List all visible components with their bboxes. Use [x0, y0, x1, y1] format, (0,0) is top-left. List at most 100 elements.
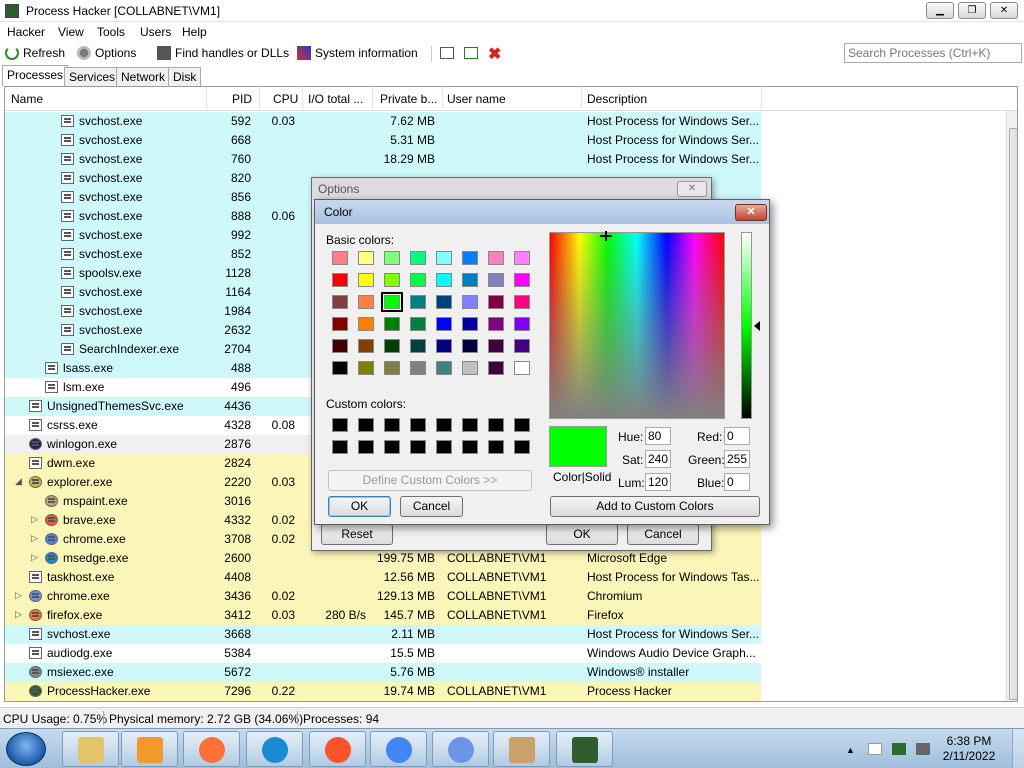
- basic-color-swatch[interactable]: [332, 317, 348, 331]
- custom-color-swatch[interactable]: [514, 418, 530, 432]
- taskbar-button[interactable]: [556, 731, 613, 767]
- basic-color-swatch[interactable]: [384, 339, 400, 353]
- table-row[interactable]: msiexec.exe 5672 5.76 MB Windows® installer: [5, 663, 761, 682]
- expand-toggle-icon[interactable]: ▷: [31, 533, 38, 544]
- custom-color-swatch[interactable]: [514, 440, 530, 454]
- define-custom-colors-button[interactable]: Define Custom Colors >>: [328, 470, 532, 491]
- basic-color-swatch[interactable]: [410, 251, 426, 265]
- crosshair-icon[interactable]: [599, 231, 613, 241]
- find-handles-button[interactable]: Find handles or DLLs: [157, 46, 289, 60]
- basic-color-swatch[interactable]: [488, 251, 504, 265]
- taskbar-button[interactable]: [370, 731, 427, 767]
- basic-color-swatch[interactable]: [488, 339, 504, 353]
- color-cancel-button[interactable]: Cancel: [400, 496, 463, 517]
- basic-color-swatch[interactable]: [462, 339, 478, 353]
- basic-color-swatch[interactable]: [358, 317, 374, 331]
- color-ok-button[interactable]: OK: [328, 496, 391, 517]
- taskbar-button[interactable]: [432, 731, 489, 767]
- basic-color-swatch[interactable]: [410, 273, 426, 287]
- basic-color-swatch[interactable]: [358, 273, 374, 287]
- column-name[interactable]: Name: [11, 92, 43, 106]
- expand-toggle-icon[interactable]: ◢: [15, 476, 22, 487]
- table-row[interactable]: svchost.exe 3668 2.11 MB Host Process for W…: [5, 625, 761, 644]
- custom-color-swatch[interactable]: [384, 440, 400, 454]
- table-row[interactable]: ▷ firefox.exe 3412 0.03 280 B/s 145.7 MB COLLA…: [5, 606, 761, 625]
- menu-users[interactable]: Users: [140, 25, 171, 39]
- column-user-name[interactable]: User name: [447, 92, 506, 106]
- basic-color-swatch[interactable]: [358, 295, 374, 309]
- custom-color-swatch[interactable]: [384, 418, 400, 432]
- basic-color-swatch[interactable]: [381, 292, 403, 312]
- basic-color-swatch[interactable]: [332, 295, 348, 309]
- options-ok-button[interactable]: OK: [546, 524, 618, 545]
- basic-color-swatch[interactable]: [488, 273, 504, 287]
- menu-help[interactable]: Help: [182, 25, 207, 39]
- add-to-custom-colors-button[interactable]: Add to Custom Colors: [550, 496, 760, 517]
- refresh-button[interactable]: Refresh: [5, 46, 65, 60]
- menu-hacker[interactable]: Hacker: [7, 25, 45, 39]
- luminance-arrow-icon[interactable]: [754, 321, 760, 331]
- start-button[interactable]: [6, 732, 46, 766]
- table-row[interactable]: audiodg.exe 5384 15.5 MB Windows Audio Devi…: [5, 644, 761, 663]
- custom-color-swatch[interactable]: [332, 418, 348, 432]
- table-row[interactable]: taskhost.exe 4408 12.56 MB COLLABNET\VM1 Hos…: [5, 568, 761, 587]
- basic-color-swatch[interactable]: [462, 251, 478, 265]
- sat-field[interactable]: 240: [645, 450, 671, 468]
- basic-color-swatch[interactable]: [332, 339, 348, 353]
- basic-color-swatch[interactable]: [410, 317, 426, 331]
- basic-color-swatch[interactable]: [436, 295, 452, 309]
- volume-icon[interactable]: [916, 743, 930, 755]
- maximize-button[interactable]: ❐: [958, 2, 986, 19]
- tab-network[interactable]: Network: [116, 67, 171, 86]
- custom-color-swatch[interactable]: [488, 418, 504, 432]
- basic-color-swatch[interactable]: [488, 361, 504, 375]
- blue-field[interactable]: 0: [724, 473, 750, 491]
- menu-tools[interactable]: Tools: [97, 25, 125, 39]
- custom-color-swatch[interactable]: [358, 440, 374, 454]
- basic-color-swatch[interactable]: [384, 317, 400, 331]
- tab-processes[interactable]: Processes: [2, 65, 69, 86]
- basic-color-swatch[interactable]: [514, 295, 530, 309]
- color-close-button[interactable]: ✕: [735, 204, 767, 221]
- basic-color-swatch[interactable]: [436, 317, 452, 331]
- basic-color-swatch[interactable]: [462, 317, 478, 331]
- menu-view[interactable]: View: [58, 25, 84, 39]
- find-window-icon[interactable]: [464, 47, 478, 59]
- luminance-slider[interactable]: [741, 232, 752, 419]
- column-pid[interactable]: PID: [232, 92, 252, 106]
- basic-color-swatch[interactable]: [358, 339, 374, 353]
- custom-color-swatch[interactable]: [332, 440, 348, 454]
- vertical-scrollbar[interactable]: [1006, 111, 1017, 701]
- minimize-button[interactable]: ▁: [926, 2, 954, 19]
- taskbar-button[interactable]: [121, 731, 178, 767]
- basic-color-swatch[interactable]: [462, 361, 478, 375]
- expand-toggle-icon[interactable]: ▷: [15, 609, 22, 620]
- basic-color-swatch[interactable]: [514, 251, 530, 265]
- basic-color-swatch[interactable]: [514, 361, 530, 375]
- table-row[interactable]: svchost.exe 592 0.03 7.62 MB Host Process fo…: [5, 112, 761, 131]
- basic-color-swatch[interactable]: [358, 251, 374, 265]
- close-button[interactable]: ✕: [990, 2, 1018, 19]
- custom-color-swatch[interactable]: [410, 440, 426, 454]
- network-icon[interactable]: [892, 743, 906, 755]
- custom-color-swatch[interactable]: [462, 418, 478, 432]
- taskbar-button[interactable]: [62, 731, 119, 767]
- tab-services[interactable]: Services: [64, 67, 121, 86]
- expand-toggle-icon[interactable]: ▷: [31, 514, 38, 525]
- custom-color-swatch[interactable]: [436, 440, 452, 454]
- basic-color-swatch[interactable]: [436, 361, 452, 375]
- table-row[interactable]: svchost.exe 760 18.29 MB Host Process for W…: [5, 150, 761, 169]
- basic-color-swatch[interactable]: [514, 317, 530, 331]
- basic-color-swatch[interactable]: [358, 361, 374, 375]
- terminate-icon[interactable]: ✖: [488, 44, 501, 64]
- custom-color-swatch[interactable]: [462, 440, 478, 454]
- basic-color-swatch[interactable]: [488, 295, 504, 309]
- options-cancel-button[interactable]: Cancel: [627, 524, 699, 545]
- custom-color-swatch[interactable]: [436, 418, 452, 432]
- column-io-total[interactable]: I/O total ...: [308, 92, 363, 106]
- basic-color-swatch[interactable]: [436, 251, 452, 265]
- basic-color-swatch[interactable]: [410, 361, 426, 375]
- basic-color-swatch[interactable]: [384, 251, 400, 265]
- column-private-bytes[interactable]: Private b...: [380, 92, 437, 106]
- window-icon[interactable]: [440, 47, 454, 59]
